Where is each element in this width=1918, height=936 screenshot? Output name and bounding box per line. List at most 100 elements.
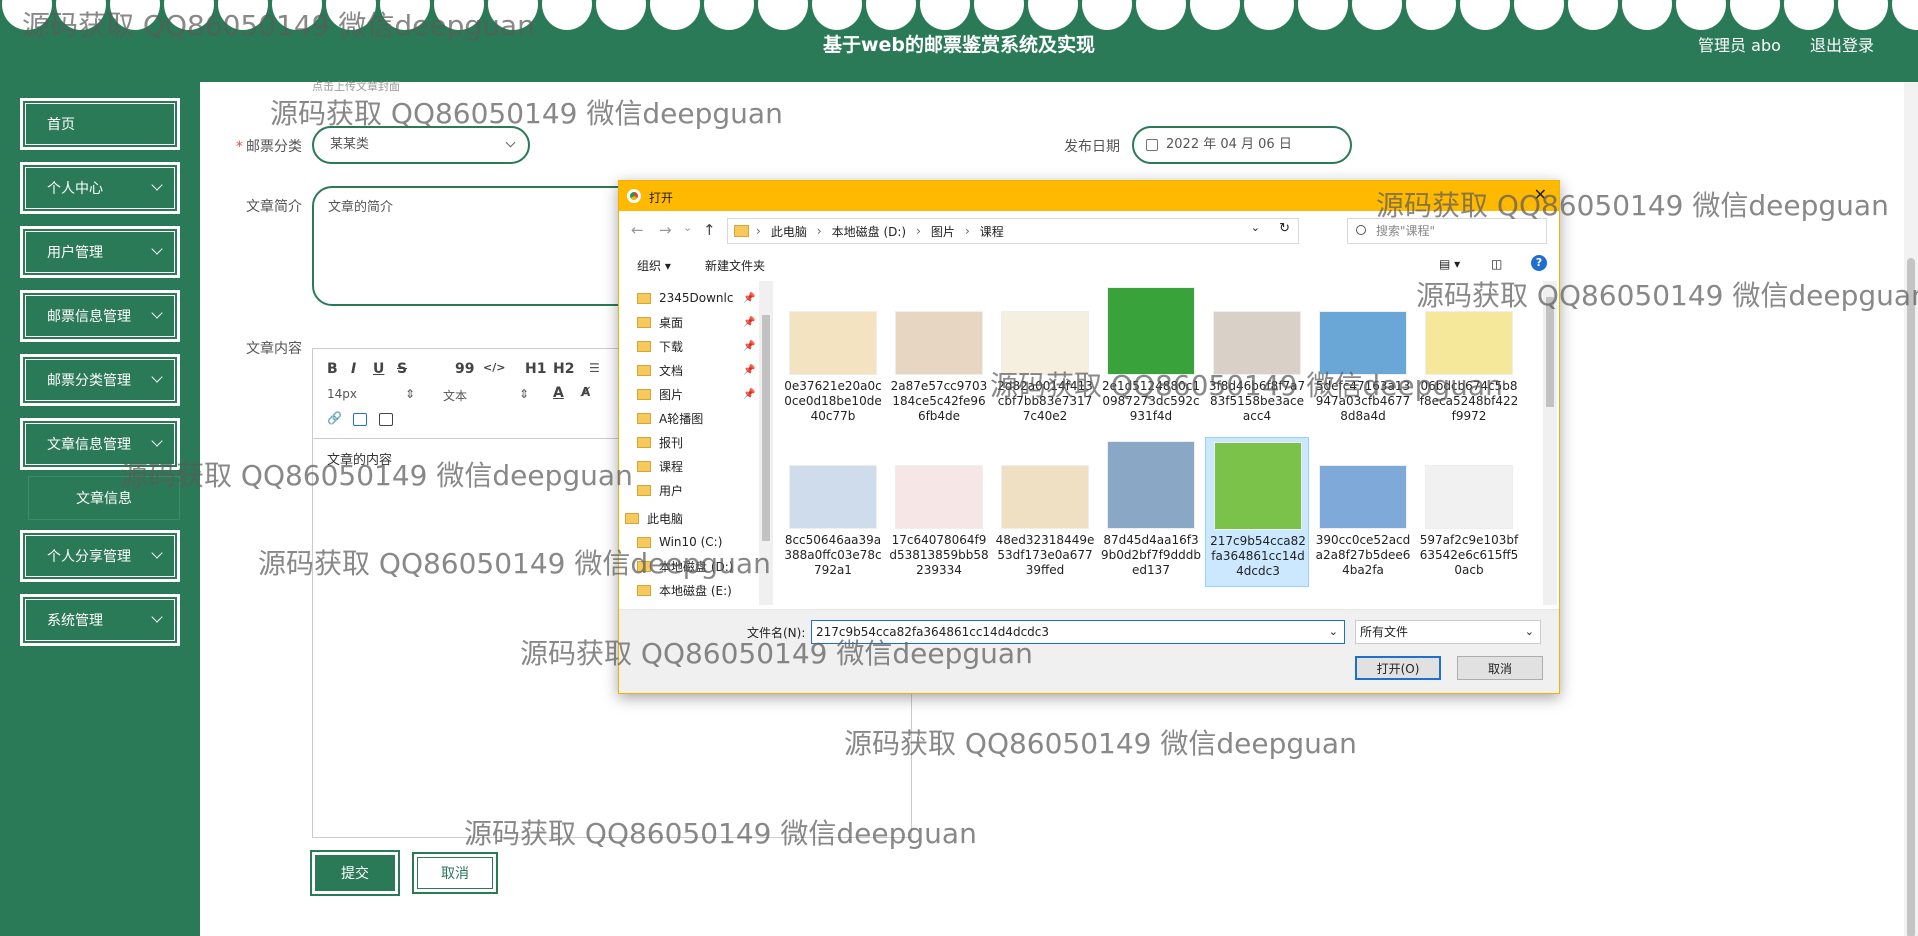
scrollbar-thumb[interactable] bbox=[1907, 258, 1915, 936]
nav-item[interactable]: 文档 📌 bbox=[637, 359, 755, 381]
nav-item[interactable]: A轮播图 bbox=[637, 407, 703, 429]
sidebar-item-article-info[interactable]: 文章信息管理 bbox=[20, 418, 180, 470]
nav-item[interactable]: 课程 bbox=[637, 455, 683, 477]
command-bar: 组织 ▾ 新建文件夹 ▤ ▾ ◫ ? bbox=[619, 251, 1559, 277]
submit-button[interactable]: 提交 bbox=[312, 852, 398, 894]
file-name: 3f8d46b6f8f7a783f5158be3aceacc4 bbox=[1208, 379, 1306, 423]
code-button[interactable]: </> bbox=[483, 361, 505, 374]
nav-item[interactable]: 此电脑 bbox=[625, 507, 683, 529]
new-folder-button[interactable]: 新建文件夹 bbox=[705, 257, 765, 274]
file-item[interactable]: 8cc50646aa39a388a0ffc03e78c792a1 bbox=[781, 437, 885, 587]
file-thumbnail bbox=[1001, 311, 1089, 375]
nav-item[interactable]: Win10 (C:) bbox=[637, 531, 722, 553]
font-family-select[interactable]: 文本 bbox=[443, 387, 467, 404]
sidebar-item-stamp-category[interactable]: 邮票分类管理 bbox=[20, 354, 180, 406]
up-icon[interactable]: ↑ bbox=[703, 221, 716, 239]
clear-format-icon[interactable]: A̸ bbox=[581, 385, 590, 399]
file-item[interactable]: 2a87e57cc9703184ce5c42fe966fb4de bbox=[887, 283, 991, 433]
image-icon[interactable] bbox=[353, 413, 367, 426]
close-icon[interactable]: ✕ bbox=[1534, 185, 1547, 204]
strike-button[interactable]: S bbox=[397, 361, 407, 377]
app-title: 基于web的邮票鉴赏系统及实现 bbox=[822, 34, 1096, 56]
nav-item[interactable]: 图片 📌 bbox=[637, 383, 755, 405]
nav-item-label: 课程 bbox=[659, 459, 684, 474]
preview-pane-icon[interactable]: ◫ bbox=[1491, 257, 1502, 271]
nav-item[interactable]: 下载 📌 bbox=[637, 335, 755, 357]
blockquote-button[interactable]: 99 bbox=[455, 361, 474, 377]
file-item[interactable]: 0e37621e20a0c0ce0d18be10de40c77b bbox=[781, 283, 885, 433]
file-type-select[interactable]: 所有文件 ⌄ bbox=[1355, 620, 1541, 644]
file-item[interactable]: 5defc47163a13947a03cfb46778d8a4d bbox=[1311, 283, 1415, 433]
nav-item[interactable]: 本地磁盘 (D:) bbox=[637, 555, 733, 577]
refresh-icon[interactable]: ↻ bbox=[1279, 221, 1290, 236]
sidebar-item-stamp-info[interactable]: 邮票信息管理 bbox=[20, 290, 180, 342]
file-item[interactable]: 2e1d5124880c10987273dc592c931f4d bbox=[1099, 283, 1203, 433]
sidebar-item-system[interactable]: 系统管理 bbox=[20, 594, 180, 646]
underline-button[interactable]: U bbox=[373, 361, 384, 377]
breadcrumb-item[interactable]: 课程 bbox=[980, 223, 1004, 240]
nav-item-label: 桌面 bbox=[659, 315, 684, 330]
file-item[interactable]: 87d45d4aa16f39b0d2bf7f9dddbed137 bbox=[1099, 437, 1203, 587]
address-dropdown-icon[interactable]: ⌄ bbox=[1251, 221, 1260, 234]
cancel-button[interactable]: 取消 bbox=[412, 852, 498, 894]
sidebar-item-home[interactable]: 首页 bbox=[20, 98, 180, 150]
sidebar-item-personal-share[interactable]: 个人分享管理 bbox=[20, 530, 180, 582]
list-icon[interactable]: ☰ bbox=[589, 361, 600, 375]
page-scrollbar[interactable] bbox=[1904, 82, 1918, 936]
h2-button[interactable]: H2 bbox=[553, 361, 574, 377]
recent-dropdown-icon[interactable]: ⌄ bbox=[683, 221, 692, 234]
file-item[interactable]: 3f8d46b6f8f7a783f5158be3aceacc4 bbox=[1205, 283, 1309, 433]
search-icon bbox=[1356, 225, 1366, 235]
nav-scrollbar[interactable] bbox=[759, 281, 773, 605]
organize-button[interactable]: 组织 ▾ bbox=[637, 257, 671, 274]
nav-item[interactable]: 2345Downlc 📌 bbox=[637, 287, 755, 309]
forward-icon[interactable]: → bbox=[659, 221, 672, 239]
scrollbar-thumb[interactable] bbox=[762, 315, 770, 541]
help-icon[interactable]: ? bbox=[1531, 255, 1547, 271]
filename-input[interactable]: 217c9b54cca82fa364861cc14d4dcdc3 ⌄ bbox=[811, 620, 1345, 644]
file-item[interactable]: 2d82a0014f413cbf7bb83e73177c40e2 bbox=[993, 283, 1097, 433]
sidebar-item-personal-center[interactable]: 个人中心 bbox=[20, 162, 180, 214]
file-thumbnail bbox=[1425, 465, 1513, 529]
folder-icon bbox=[637, 460, 651, 472]
nav-item[interactable]: 桌面 📌 bbox=[637, 311, 755, 333]
chevron-down-icon bbox=[151, 547, 163, 559]
cover-upload-hint[interactable]: 点击上传文章封面 bbox=[312, 78, 400, 94]
breadcrumb-item[interactable]: 本地磁盘 (D:) bbox=[832, 223, 906, 240]
file-item[interactable]: 17c64078064f9d53813859bb58239334 bbox=[887, 437, 991, 587]
file-item[interactable]: 217c9b54cca82fa364861cc14d4dcdc3 bbox=[1205, 437, 1309, 587]
breadcrumb-item[interactable]: 图片 bbox=[931, 223, 955, 240]
file-thumbnail bbox=[1107, 441, 1195, 529]
publish-date-picker[interactable]: 2022 年 04 月 06 日 bbox=[1132, 126, 1352, 164]
admin-user[interactable]: 管理员 abo bbox=[1698, 36, 1781, 55]
file-item[interactable]: 48ed32318449e53df173e0a67739ffed bbox=[993, 437, 1097, 587]
dialog-cancel-button[interactable]: 取消 bbox=[1457, 656, 1543, 680]
search-input[interactable]: 搜索"课程" bbox=[1347, 218, 1547, 244]
scrollbar-thumb[interactable] bbox=[1546, 297, 1554, 407]
text-color-icon[interactable]: A bbox=[553, 385, 564, 401]
breadcrumb-item[interactable]: 此电脑 bbox=[771, 223, 807, 240]
open-button[interactable]: 打开(O) bbox=[1355, 656, 1441, 680]
font-size-select[interactable]: 14px bbox=[327, 387, 357, 401]
files-scrollbar[interactable] bbox=[1543, 281, 1557, 605]
view-options-icon[interactable]: ▤ ▾ bbox=[1439, 257, 1460, 271]
category-select[interactable]: 某某类 bbox=[312, 126, 530, 164]
chevron-down-icon[interactable]: ⌄ bbox=[1329, 621, 1338, 643]
sidebar-item-user-management[interactable]: 用户管理 bbox=[20, 226, 180, 278]
nav-item[interactable]: 本地磁盘 (E:) bbox=[637, 579, 732, 601]
back-icon[interactable]: ← bbox=[631, 221, 644, 239]
italic-button[interactable]: I bbox=[351, 361, 356, 377]
link-icon[interactable]: 🔗 bbox=[327, 411, 342, 425]
file-item[interactable]: 390cc0ce52acda2a8f27b5dee64ba2fa bbox=[1311, 437, 1415, 587]
bold-button[interactable]: B bbox=[327, 361, 338, 377]
h1-button[interactable]: H1 bbox=[525, 361, 546, 377]
address-bar[interactable]: › 此电脑 › 本地磁盘 (D:) › 图片 › 课程 ⌄ ↻ bbox=[727, 218, 1299, 244]
sidebar-subitem-article[interactable]: 文章信息 bbox=[28, 476, 180, 520]
file-item[interactable]: 597af2c9e103bf63542e6c615ff50acb bbox=[1417, 437, 1521, 587]
chevron-down-icon bbox=[151, 435, 163, 447]
logout-link[interactable]: 退出登录 bbox=[1810, 36, 1874, 55]
video-icon[interactable] bbox=[379, 413, 393, 426]
file-item[interactable]: 06bdcb674c5b8f8eca5248bf422f9972 bbox=[1417, 283, 1521, 433]
nav-item[interactable]: 用户 bbox=[637, 479, 683, 501]
nav-item[interactable]: 报刊 bbox=[637, 431, 683, 453]
